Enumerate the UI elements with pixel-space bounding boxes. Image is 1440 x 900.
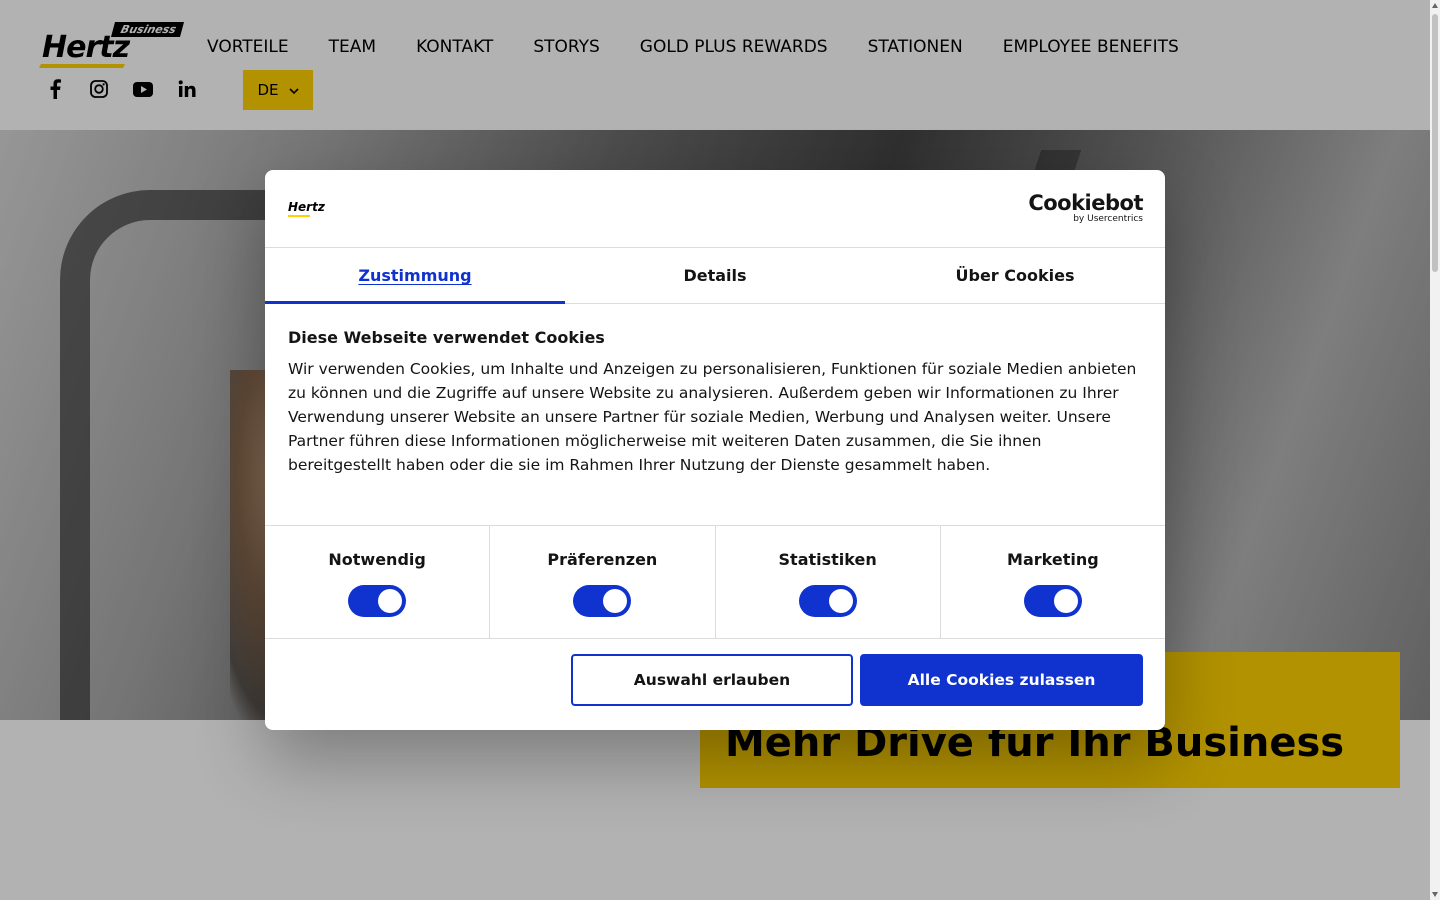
toggle-group-notwendig: Notwendig xyxy=(265,526,491,638)
dialog-content: Diese Webseite verwendet Cookies Wir ver… xyxy=(288,328,1144,477)
toggle-label: Marketing xyxy=(1007,550,1099,569)
toggle-notwendig[interactable] xyxy=(348,585,407,617)
allow-selection-button[interactable]: Auswahl erlauben xyxy=(571,654,853,706)
page-scrollbar[interactable] xyxy=(1430,0,1440,900)
dialog-tabs: Zustimmung Details Über Cookies xyxy=(265,248,1165,304)
cookiebot-logo[interactable]: Cookiebot by Usercentrics xyxy=(1028,192,1143,225)
toggle-knob xyxy=(1053,589,1078,613)
allow-all-cookies-button[interactable]: Alle Cookies zulassen xyxy=(860,654,1143,706)
toggle-group-praeferenzen: Präferenzen xyxy=(490,526,716,638)
toggle-knob xyxy=(603,589,628,613)
toggle-knob xyxy=(828,589,853,613)
scroll-up-icon[interactable] xyxy=(1432,3,1438,8)
toggle-praeferenzen[interactable] xyxy=(573,585,632,617)
dialog-body-text: Wir verwenden Cookies, um Inhalte und An… xyxy=(288,360,1137,474)
hertz-logo: Hertz xyxy=(288,200,325,217)
cookiebot-name: Cookiebot xyxy=(1028,191,1143,215)
toggle-group-marketing: Marketing xyxy=(941,526,1165,638)
consent-toggles: Notwendig Präferenzen Statistiken Market… xyxy=(265,525,1165,639)
scroll-down-icon[interactable] xyxy=(1432,892,1438,897)
scrollbar-thumb[interactable] xyxy=(1432,14,1438,272)
cookiebot-sub: by Usercentrics xyxy=(1073,214,1143,224)
toggle-group-statistiken: Statistiken xyxy=(716,526,941,638)
dialog-header: Hertz Cookiebot by Usercentrics xyxy=(265,170,1165,248)
toggle-label: Notwendig xyxy=(328,550,426,569)
dialog-heading: Diese Webseite verwendet Cookies xyxy=(288,328,605,347)
toggle-label: Statistiken xyxy=(778,550,877,569)
toggle-label: Präferenzen xyxy=(547,550,658,569)
toggle-knob xyxy=(378,589,403,613)
tab-details[interactable]: Details xyxy=(565,248,865,303)
toggle-statistiken[interactable] xyxy=(798,585,857,617)
tab-zustimmung[interactable]: Zustimmung xyxy=(265,248,565,304)
cookie-consent-dialog: Hertz Cookiebot by Usercentrics Zustimmu… xyxy=(265,170,1165,730)
tab-ueber-cookies[interactable]: Über Cookies xyxy=(865,248,1165,303)
toggle-marketing[interactable] xyxy=(1023,585,1082,617)
dialog-actions: Auswahl erlauben Alle Cookies zulassen xyxy=(265,640,1165,730)
